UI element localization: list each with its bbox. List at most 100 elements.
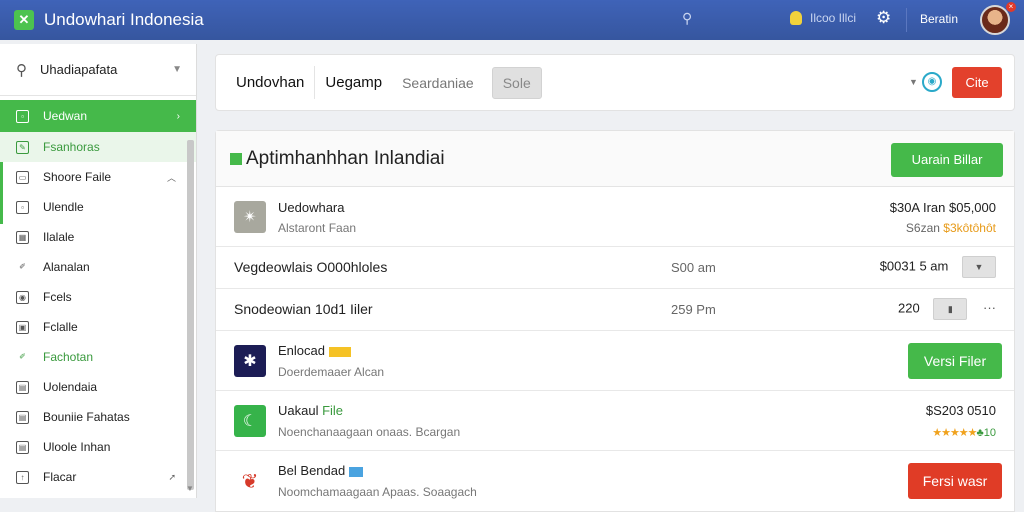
sidebar: ⚲ Uhadiapafata ▼ ▫ Uedwan › ✎ Fsanhoras … [0, 44, 197, 498]
sidebar-item-shoore-faile[interactable]: ▭ Shoore Faile ︿ [0, 162, 196, 192]
notification-text: Ilcoo Illci [810, 11, 857, 25]
moon-icon: ☾ [234, 405, 266, 437]
sidebar-item-label: Uolendaia [43, 380, 98, 394]
sidebar-item-uolendaia[interactable]: ▤ Uolendaia [0, 372, 196, 402]
image-icon: ▣ [16, 320, 29, 334]
top-bar: ✕ Undowhari Indonesia ⚲ Ilcoo Illci ⚙ Be… [0, 0, 1024, 40]
list-item[interactable]: ☾ Uakaul File Noenchanaagaan onaas. Bcar… [216, 391, 1014, 451]
tab-undovhan[interactable]: Undovhan [226, 66, 316, 99]
sidebar-item-label: Ulendle [43, 200, 84, 214]
item-title-group: Bel Bendad [278, 463, 364, 478]
item-price: $30A Iran $05,000 [889, 200, 996, 215]
item-title: Enlocad [278, 343, 325, 358]
list-item[interactable]: Snodeowian 10d1 Iiler 259 Pm 220 ▮ ··· [216, 289, 1014, 331]
people-icon: ◉ [16, 290, 29, 304]
sidebar-item-label: Fcels [43, 290, 72, 304]
sidebar-item-ulendle[interactable]: ▫ Ulendle [0, 192, 196, 222]
sidebar-item-uloole-inhan[interactable]: ▤ Uloole Inhan [0, 432, 196, 462]
sidebar-scrollbar[interactable] [187, 140, 194, 490]
title-square-icon [230, 153, 242, 165]
scroll-down-icon[interactable]: ▼ [186, 484, 194, 493]
sidebar-item-label: Uedwan [43, 109, 88, 123]
search-icon: ⚲ [16, 61, 27, 79]
star-icon: ✴ [234, 201, 266, 233]
folder-icon: ▭ [16, 170, 29, 184]
item-amount: 220 [898, 300, 920, 316]
item-subtitle: Alstaront Faan [278, 221, 357, 235]
item-subtitle: Doerdemaaer Alcan [278, 365, 385, 379]
chevron-down-icon[interactable]: ▼ [172, 64, 182, 75]
info-icon[interactable]: ◉ [922, 72, 942, 92]
sidebar-item-fsanhoras[interactable]: ✎ Fsanhoras [0, 132, 196, 162]
price-sub-rating: $3kôtôhôt [943, 221, 996, 235]
list-item[interactable]: ❦ Bel Bendad Noomchamaagaan Apaas. Soaag… [216, 451, 1014, 509]
sidebar-item-fachotan[interactable]: ✐ Fachotan [0, 342, 196, 372]
sidebar-search[interactable]: ⚲ Uhadiapafata ▼ [0, 44, 196, 96]
rating-stars: ★★★★★ [932, 427, 977, 439]
item-title: Uakaul [278, 403, 323, 418]
item-title: Vegdeowlais O000hloles [234, 259, 388, 275]
add-button[interactable]: Uarain Billar [891, 143, 1003, 177]
active-marker [0, 162, 3, 224]
item-subtitle: Noenchanaagaan onaas. Bcargan [278, 425, 461, 439]
item-title: Bel Bendad [278, 463, 346, 478]
app-title: Undowhari Indonesia [44, 10, 204, 29]
main-card: Aptimhanhhan Inlandiai Uarain Billar ✴ U… [215, 130, 1015, 512]
butterfly-icon: ❦ [241, 470, 259, 493]
list-item[interactable]: ✴ Uedowhara Alstaront Faan $30A Iran $05… [216, 187, 1014, 247]
edit-icon: ✎ [16, 140, 29, 154]
page-title-text: Aptimhanhhan Inlandiai [246, 148, 445, 169]
header-card: Undovhan Uegamp Seardaniae Sole ▼ ◉ Cite [215, 54, 1015, 111]
sidebar-item-uedwan[interactable]: ▫ Uedwan › [0, 100, 196, 132]
chevron-down-icon[interactable]: ▼ [909, 77, 918, 87]
pen-icon: ✐ [19, 261, 26, 271]
sidebar-item-fclalle[interactable]: ▣ Fclalle [0, 312, 196, 342]
page-title: Aptimhanhhan Inlandiai [230, 148, 445, 170]
rating: ★★★★★♣10 [932, 424, 996, 439]
sidebar-item-bouniie-fahatas[interactable]: ▤ Bouniie Fahatas [0, 402, 196, 432]
price-sub-prefix: S6zan [905, 221, 944, 235]
tab-uegamp[interactable]: Uegamp [315, 66, 392, 99]
fersi-wasr-button[interactable]: Fersi wasr [908, 463, 1002, 499]
notification-button[interactable]: Ilcoo Illci [790, 11, 856, 25]
sidebar-item-label: Flacar [43, 470, 77, 484]
sidebar-item-label: Alanalan [43, 260, 90, 274]
tab-bar: Undovhan Uegamp Seardaniae Sole [226, 66, 542, 99]
avatar[interactable] [980, 5, 1010, 35]
versi-filer-button[interactable]: Versi Filer [908, 343, 1002, 379]
sidebar-item-fcels[interactable]: ◉ Fcels [0, 282, 196, 312]
tab-seardaniae[interactable]: Seardaniae [392, 67, 484, 99]
file-button[interactable]: ▮ [933, 298, 968, 320]
brand[interactable]: ✕ Undowhari Indonesia [14, 10, 204, 30]
item-title: Snodeowian 10d1 Iiler [234, 301, 373, 317]
gear-icon[interactable]: ⚙ [876, 8, 891, 28]
item-time: S00 am [671, 260, 716, 275]
item-title-group: Uakaul File [278, 403, 343, 418]
sidebar-item-flacar[interactable]: ↑ Flacar ➚ [0, 462, 196, 492]
chevron-right-icon[interactable]: ➚ [168, 472, 176, 483]
sidebar-item-label: Uloole Inhan [43, 440, 111, 454]
sparkle-icon: ✱ [234, 345, 266, 377]
dropdown-button[interactable]: ▼ [962, 256, 996, 278]
close-icon[interactable]: × [1006, 2, 1016, 12]
rating-suffix: ♣10 [976, 427, 996, 439]
more-icon[interactable]: ··· [983, 300, 996, 315]
grid-icon: ▦ [16, 230, 29, 244]
cite-button[interactable]: Cite [952, 67, 1002, 98]
chevron-up-icon[interactable]: ︿ [167, 171, 176, 184]
app-logo-icon: ✕ [14, 10, 34, 30]
item-amount: $0031 5 am [879, 258, 949, 274]
sidebar-item-label: Ilalale [43, 230, 75, 244]
sidebar-item-alanalan[interactable]: ✐ Alanalan [0, 252, 196, 282]
list-item[interactable]: Vegdeowlais O000hloles S00 am $0031 5 am… [216, 247, 1014, 289]
sidebar-item-label: Fsanhoras [43, 140, 100, 154]
item-price-sub: S6zan $3kôtôhôt [906, 221, 996, 235]
sidebar-item-ilalale[interactable]: ▦ Ilalale [0, 222, 196, 252]
file-icon: ▤ [16, 440, 29, 454]
user-name[interactable]: Beratin [920, 12, 958, 26]
tag-badge [349, 466, 364, 477]
file-icon: ▤ [16, 410, 29, 424]
tab-sole[interactable]: Sole [491, 66, 542, 99]
list-item[interactable]: ✱ Enlocad Doerdemaaer Alcan Versi Filer [216, 331, 1014, 391]
search-icon[interactable]: ⚲ [682, 10, 692, 27]
